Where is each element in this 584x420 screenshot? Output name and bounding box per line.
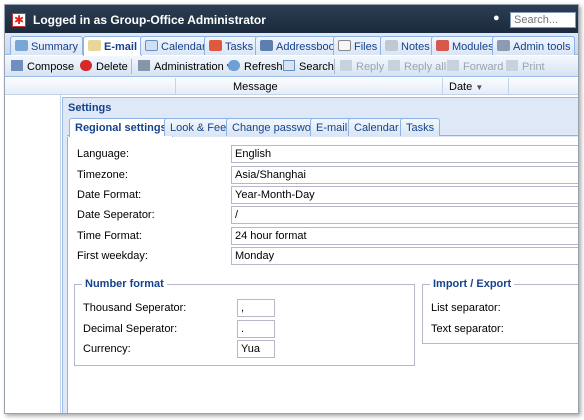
language-select[interactable]: English [231,145,578,163]
toolbar-divider [131,59,132,74]
decimal-separator-input[interactable]: . [237,320,275,338]
first-weekday-label: First weekday: [77,250,148,262]
decimal-separator-row: Decimal Seperator: . [83,320,383,338]
column-divider [508,78,509,95]
print-button[interactable]: Print [506,60,545,73]
tab-tasks-settings[interactable]: Tasks [400,118,441,136]
toolbar-divider [334,59,335,74]
notes-icon [385,40,398,51]
decimal-separator-label: Decimal Seperator: [83,323,178,335]
time-format-row: Time Format: 24 hour format [77,227,578,245]
date-column-header[interactable]: Date ▼ [449,81,483,93]
email-toolbar: Compose Delete Administration ▾ Refresh … [5,56,578,77]
calendar-icon [145,40,158,51]
tab-notes[interactable]: Notes [380,36,435,55]
date-format-row: Date Format: Year-Month-Day [77,186,578,204]
tab-calendar[interactable]: Calendar [140,36,211,55]
folder-tree-panel [5,95,61,413]
refresh-icon [228,60,240,71]
reply-all-icon [388,60,400,71]
time-format-select[interactable]: 24 hour format [231,227,578,245]
app-window: ✱ Logged in as Group-Office Administrato… [4,4,579,414]
email-icon [88,40,101,51]
tab-email[interactable]: E-mail [83,36,143,56]
time-format-label: Time Format: [77,230,142,242]
files-icon [338,40,351,51]
settings-title: Settings [68,102,112,114]
language-row: Language: English [77,145,578,163]
reply-all-button[interactable]: Reply all [388,60,446,73]
column-divider [175,78,176,95]
settings-tab-bar: Regional settings Look & Feel Change pas… [67,116,578,137]
first-weekday-select[interactable]: Monday [231,247,578,265]
login-title: Logged in as Group-Office Administrator [33,13,266,27]
tab-files[interactable]: Files [333,36,383,55]
message-column-header[interactable]: Message [233,81,278,93]
thousand-separator-input[interactable]: , [237,299,275,317]
forward-button[interactable]: Forward [447,60,503,73]
currency-input[interactable]: Yua [237,340,275,358]
search-icon[interactable]: ● [493,12,500,24]
delete-button[interactable]: Delete [80,60,128,73]
magnifier-icon [283,60,295,71]
timezone-label: Timezone: [77,169,128,181]
tab-regional-settings[interactable]: Regional settings [69,118,173,137]
addressbook-icon [260,40,273,51]
forward-icon [447,60,459,71]
import-export-legend: Import / Export [430,278,515,290]
tab-addressbook[interactable]: Addressbook [255,36,346,55]
compose-button[interactable]: Compose [11,60,74,73]
message-grid-header: Message Date ▼ [5,78,578,95]
sort-desc-icon: ▼ [475,83,484,92]
language-label: Language: [77,148,129,160]
thousand-separator-row: Thousand Seperator: , [83,299,383,317]
reply-button[interactable]: Reply [340,60,384,73]
tab-summary[interactable]: Summary [10,36,84,55]
module-tab-bar: Summary E-mail Calendar Tasks Addressboo… [5,33,578,56]
currency-row: Currency: Yua [83,340,383,358]
date-format-label: Date Format: [77,189,142,201]
text-separator-label: Text separator: [431,323,504,335]
list-separator-row: List separator: [431,299,578,317]
date-separator-row: Date Seperator: / [77,206,578,224]
first-weekday-row: First weekday: Monday [77,247,578,265]
thousand-separator-label: Thousand Seperator: [83,302,187,314]
settings-dialog: Settings Regional settings Look & Feel C… [62,97,578,413]
date-separator-label: Date Seperator: [77,209,155,221]
summary-icon [15,40,28,51]
timezone-select[interactable]: Asia/Shanghai [231,166,578,184]
reply-icon [340,60,352,71]
tab-look-and-feel[interactable]: Look & Feel [164,118,235,136]
regional-settings-panel: Language: English Timezone: Asia/Shangha… [67,137,578,413]
delete-icon [80,60,92,71]
text-separator-row: Text separator: [431,320,578,338]
number-format-fieldset: Number format Thousand Seperator: , Deci… [74,278,415,366]
tab-tasks[interactable]: Tasks [204,36,259,55]
import-export-fieldset: Import / Export List separator: Text sep… [422,278,578,344]
admin-tools-icon [497,40,510,51]
currency-label: Currency: [83,343,131,355]
list-separator-label: List separator: [431,302,501,314]
number-format-legend: Number format [82,278,167,290]
refresh-button[interactable]: Refresh [228,60,283,73]
search-input[interactable] [510,12,576,28]
date-separator-select[interactable]: / [231,206,578,224]
tasks-icon [209,40,222,51]
tab-email-settings[interactable]: E-mail [310,118,354,136]
wrench-icon [138,60,150,71]
top-header: ✱ Logged in as Group-Office Administrato… [5,5,578,33]
date-format-select[interactable]: Year-Month-Day [231,186,578,204]
search-button[interactable]: Search [283,60,334,73]
app-logo-icon: ✱ [12,13,26,27]
tab-admin-tools[interactable]: Admin tools [492,36,576,55]
administration-menu-button[interactable]: Administration ▾ [138,60,232,73]
timezone-row: Timezone: Asia/Shanghai [77,166,578,184]
column-divider [442,78,443,95]
tab-modules[interactable]: Modules [431,36,499,55]
modules-icon [436,40,449,51]
compose-icon [11,60,23,71]
printer-icon [506,60,518,71]
tab-calendar-settings[interactable]: Calendar [348,118,405,136]
